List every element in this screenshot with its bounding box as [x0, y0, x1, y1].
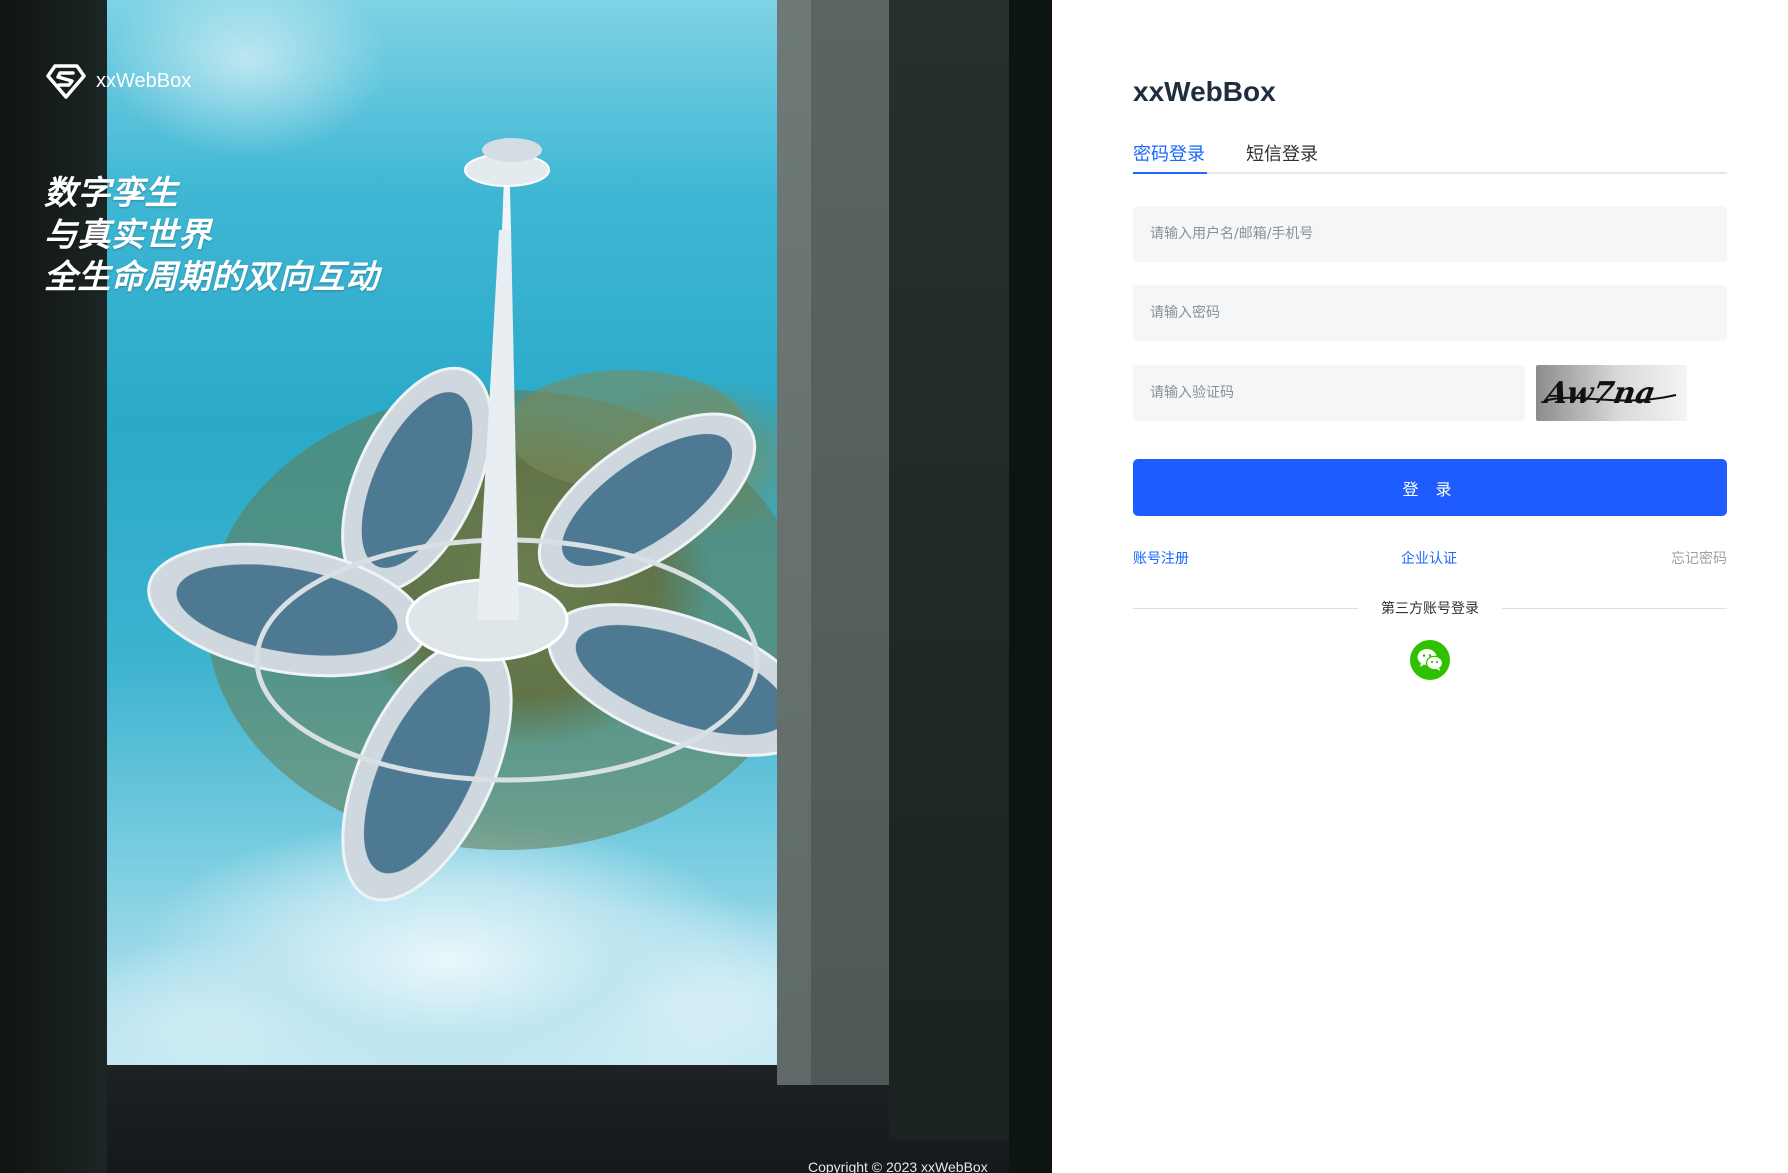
login-title: xxWebBox	[1133, 76, 1276, 107]
diamond-s-logo-icon	[46, 64, 86, 99]
hero-slogan: 数字孪生 与真实世界 全生命周期的双向互动	[44, 172, 379, 298]
login-panel: xxWebBox 密码登录 短信登录 Aw7na 登 录 账号注册 企	[1052, 0, 1788, 1173]
active-tab-indicator	[1133, 172, 1207, 174]
wechat-login-button[interactable]	[1410, 640, 1450, 680]
login-tabs: 密码登录 短信登录	[1133, 136, 1727, 174]
wechat-icon	[1417, 649, 1444, 671]
hero-panel: xxWebBox 数字孪生 与真实世界 全生命周期的双向互动 Copyright…	[0, 0, 1052, 1173]
enterprise-auth-link[interactable]: 企业认证	[1401, 548, 1457, 568]
brand: xxWebBox	[46, 62, 191, 100]
copyright: Copyright © 2023 xxWebBox	[808, 1159, 988, 1173]
tab-sms-login[interactable]: 短信登录	[1246, 140, 1318, 166]
divider-line	[1502, 608, 1727, 609]
login-button[interactable]: 登 录	[1133, 459, 1727, 516]
tower-illustration	[147, 138, 777, 902]
tab-password-login[interactable]: 密码登录	[1133, 140, 1205, 166]
register-link[interactable]: 账号注册	[1133, 548, 1189, 568]
captcha-input[interactable]	[1133, 365, 1525, 421]
auxiliary-links: 账号注册 企业认证 忘记密码	[1133, 548, 1727, 568]
slogan-line: 数字孪生	[44, 173, 178, 212]
slogan-line: 与真实世界	[44, 215, 212, 254]
wall-panel	[811, 0, 889, 1085]
captcha-image[interactable]: Aw7na	[1536, 365, 1687, 421]
brand-name: xxWebBox	[96, 69, 192, 92]
hero-artwork	[107, 0, 777, 1065]
slogan-line: 全生命周期的双向互动	[44, 257, 379, 296]
wall-panel	[889, 0, 1009, 1140]
captcha-text: Aw7na	[1539, 376, 1658, 411]
third-party-divider: 第三方账号登录	[1133, 598, 1727, 618]
wall-panel	[777, 0, 811, 1085]
username-input[interactable]	[1133, 206, 1727, 262]
forgot-password-link[interactable]: 忘记密码	[1671, 548, 1727, 568]
password-input[interactable]	[1133, 285, 1727, 341]
wall-edge	[1009, 0, 1052, 1173]
